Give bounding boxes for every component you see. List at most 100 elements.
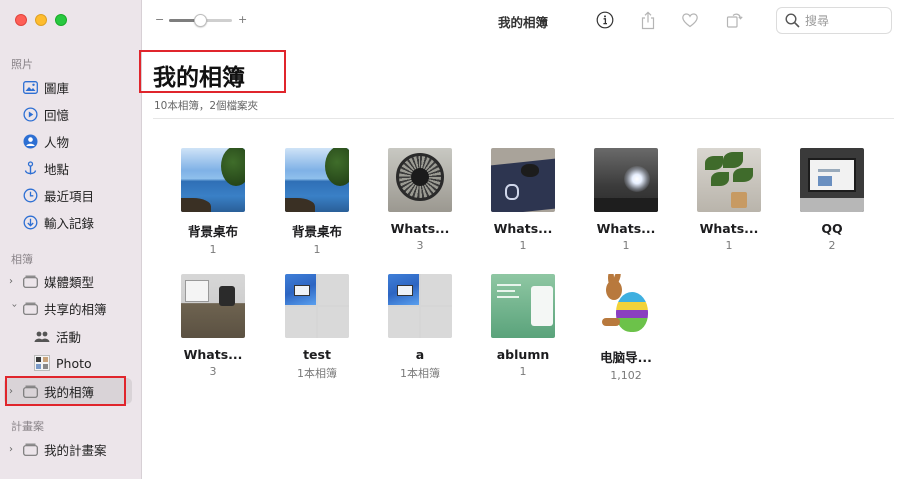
sidebar-item-label: 我的計畫案	[44, 442, 107, 458]
imports-icon	[22, 214, 38, 230]
album-name: Whats...	[596, 221, 656, 236]
album-name: test	[303, 347, 331, 362]
album-thumbnail	[697, 148, 761, 212]
album-count: 1本相簿	[297, 367, 337, 380]
page-subtitle: 10本相簿，2個檔案夾	[154, 100, 259, 112]
album-count: 1本相簿	[400, 367, 440, 380]
section-label-albums: 相簿	[11, 253, 33, 266]
library-icon	[22, 79, 38, 95]
sidebar-item-recents[interactable]: 最近項目	[4, 182, 132, 208]
zoom-out-icon[interactable]: −	[155, 13, 164, 26]
album-tile[interactable]: 背景桌布 1	[267, 148, 367, 256]
folder-icon	[22, 273, 38, 289]
album-name: 背景桌布	[291, 224, 342, 239]
search-input[interactable]	[805, 12, 885, 30]
chevron-right-icon[interactable]: ›	[9, 276, 19, 287]
album-count: 3	[209, 365, 217, 378]
sidebar-item-memories[interactable]: 回憶	[4, 101, 132, 127]
album-name: Whats...	[493, 221, 553, 236]
toolbar: − + 我的相簿	[143, 0, 900, 40]
sidebar-item-label: 我的相簿	[44, 384, 95, 400]
album-count: 2	[828, 239, 836, 252]
album-name: QQ	[821, 221, 843, 236]
album-thumbnail	[594, 148, 658, 212]
folder-icon	[22, 383, 38, 399]
album-thumbnail	[388, 148, 452, 212]
album-name: Whats...	[183, 347, 243, 362]
album-thumbnail	[285, 148, 349, 212]
info-icon[interactable]	[595, 10, 615, 30]
album-name: ablumn	[496, 347, 550, 362]
sidebar-item-places[interactable]: 地點	[4, 155, 132, 181]
header-divider	[153, 118, 894, 119]
album-count: 1	[209, 243, 217, 256]
window-controls	[15, 14, 67, 26]
album-thumbnail	[594, 274, 658, 338]
sidebar-item-label: 共享的相簿	[44, 301, 107, 317]
close-button[interactable]	[15, 14, 27, 26]
sidebar-item-label: 地點	[44, 161, 70, 177]
sidebar-item-label: Photo	[56, 355, 92, 371]
album-thumbnail	[491, 148, 555, 212]
window-title: 我的相簿	[498, 15, 549, 30]
sidebar-item-my-projects[interactable]: › 我的計畫案	[4, 436, 132, 462]
album-count: 1	[519, 239, 527, 252]
album-count: 1	[622, 239, 630, 252]
sidebar-item-photo[interactable]: Photo	[4, 350, 132, 376]
album-tile[interactable]: QQ 2	[782, 148, 882, 252]
folder-thumbnail	[285, 274, 349, 338]
share-icon[interactable]	[638, 10, 658, 30]
section-label-photos: 照片	[11, 58, 33, 71]
activity-icon	[34, 328, 50, 344]
album-tile[interactable]: 电脑导... 1,102	[576, 274, 676, 382]
album-tile[interactable]: 背景桌布 1	[163, 148, 263, 256]
album-thumbnail	[491, 274, 555, 338]
album-tile[interactable]: Whats... 1	[679, 148, 779, 252]
photo-thumb-icon	[34, 355, 50, 371]
sidebar-item-shared-albums[interactable]: › 共享的相簿	[4, 295, 132, 321]
zoom-in-icon[interactable]: +	[238, 13, 247, 26]
zoom-slider-knob[interactable]	[194, 14, 207, 27]
sidebar-item-label: 圖庫	[44, 80, 70, 96]
folder-tile[interactable]: a 1本相簿	[370, 274, 470, 381]
minimize-button[interactable]	[35, 14, 47, 26]
album-thumbnail	[181, 274, 245, 338]
fullscreen-button[interactable]	[55, 14, 67, 26]
recents-icon	[22, 187, 38, 203]
album-name: 电脑导...	[600, 350, 652, 365]
album-tile[interactable]: Whats... 3	[370, 148, 470, 252]
sidebar-item-label: 媒體類型	[44, 274, 95, 290]
album-tile[interactable]: Whats... 3	[163, 274, 263, 378]
search-field[interactable]	[776, 7, 892, 34]
page-title: 我的相簿	[153, 65, 245, 91]
chevron-right-icon[interactable]: ›	[9, 386, 19, 397]
sidebar-item-library[interactable]: 圖庫	[4, 74, 132, 100]
folder-tile[interactable]: test 1本相簿	[267, 274, 367, 381]
sidebar-item-imports[interactable]: 輸入記錄	[4, 209, 132, 235]
sidebar-item-activity[interactable]: 活動	[4, 323, 132, 349]
album-thumbnail	[800, 148, 864, 212]
album-name: 背景桌布	[187, 224, 238, 239]
album-tile[interactable]: Whats... 1	[576, 148, 676, 252]
people-icon	[22, 133, 38, 149]
sidebar-item-label: 活動	[56, 329, 82, 345]
favorite-icon[interactable]	[680, 10, 700, 30]
sidebar-item-my-albums[interactable]: › 我的相簿	[4, 378, 132, 404]
chevron-down-icon[interactable]: ›	[9, 303, 20, 313]
section-label-projects: 計畫案	[11, 420, 44, 433]
chevron-right-icon[interactable]: ›	[9, 444, 19, 455]
sidebar: 照片 圖庫 回憶 人物 地點 最近項目 輸入記錄 相簿 › 媒體類型 › 共享的…	[0, 0, 142, 479]
sidebar-item-label: 人物	[44, 134, 70, 150]
rotate-icon[interactable]	[724, 10, 744, 30]
sidebar-item-media-types[interactable]: › 媒體類型	[4, 268, 132, 294]
folder-icon	[22, 300, 38, 316]
album-tile[interactable]: Whats... 1	[473, 148, 573, 252]
folder-thumbnail	[388, 274, 452, 338]
album-tile[interactable]: ablumn 1	[473, 274, 573, 378]
album-name: Whats...	[699, 221, 759, 236]
sidebar-item-people[interactable]: 人物	[4, 128, 132, 154]
photos-window: 照片 圖庫 回憶 人物 地點 最近項目 輸入記錄 相簿 › 媒體類型 › 共享的…	[0, 0, 900, 479]
sidebar-item-label: 回憶	[44, 107, 70, 123]
album-count: 1	[725, 239, 733, 252]
memories-icon	[22, 106, 38, 122]
